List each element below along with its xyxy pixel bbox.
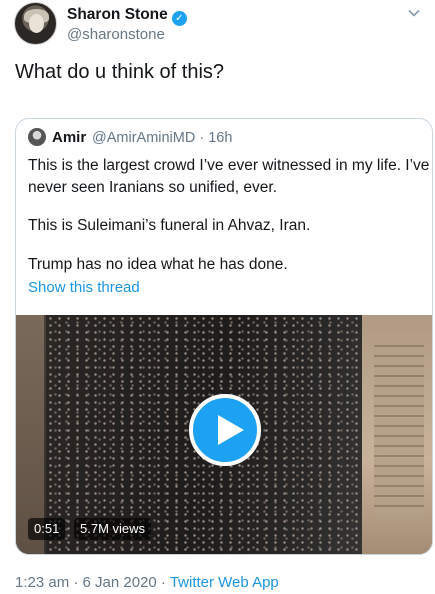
quoted-text-line: This is Suleimani’s funeral in Ahvaz, Ir… — [28, 217, 311, 234]
author-name-row[interactable]: Sharon Stone ✓ — [67, 6, 187, 26]
source-app-link[interactable]: Twitter Web App — [170, 574, 279, 591]
timestamp[interactable]: 1:23 am · 6 Jan 2020 · — [15, 574, 170, 591]
verified-badge-icon: ✓ — [171, 11, 187, 26]
quoted-text-line: never seen Iranians so unified, ever. — [28, 179, 278, 196]
tweet-footer: 1:23 am · 6 Jan 2020 · Twitter Web App — [15, 574, 279, 591]
quoted-avatar[interactable] — [28, 128, 46, 146]
author-handle[interactable]: @sharonstone — [67, 26, 165, 43]
quoted-author-meta[interactable]: @AmirAminiMD · 16h — [92, 130, 232, 146]
avatar-face — [29, 14, 44, 33]
chevron-down-icon[interactable] — [408, 6, 420, 18]
quoted-author-name[interactable]: Amir — [52, 129, 86, 146]
tweet: Sharon Stone ✓ @sharonstone What do u thi… — [0, 0, 435, 594]
play-icon — [218, 415, 244, 445]
play-button[interactable] — [189, 394, 261, 466]
show-thread-link[interactable]: Show this thread — [28, 279, 140, 296]
video-player[interactable]: 0:51 5.7M views — [16, 315, 432, 554]
tweet-text: What do u think of this? — [15, 61, 225, 83]
video-duration: 0:51 — [28, 518, 66, 540]
video-frame-building — [374, 345, 424, 515]
quoted-text-line: Trump has no idea what he has done. — [28, 256, 288, 273]
quoted-tweet[interactable]: Amir @AmirAminiMD · 16h This is the larg… — [15, 118, 433, 555]
author-name[interactable]: Sharon Stone — [67, 6, 168, 23]
quoted-text-line: This is the largest crowd I’ve ever witn… — [28, 157, 430, 174]
video-views: 5.7M views — [74, 518, 152, 540]
author-avatar[interactable] — [14, 2, 57, 45]
